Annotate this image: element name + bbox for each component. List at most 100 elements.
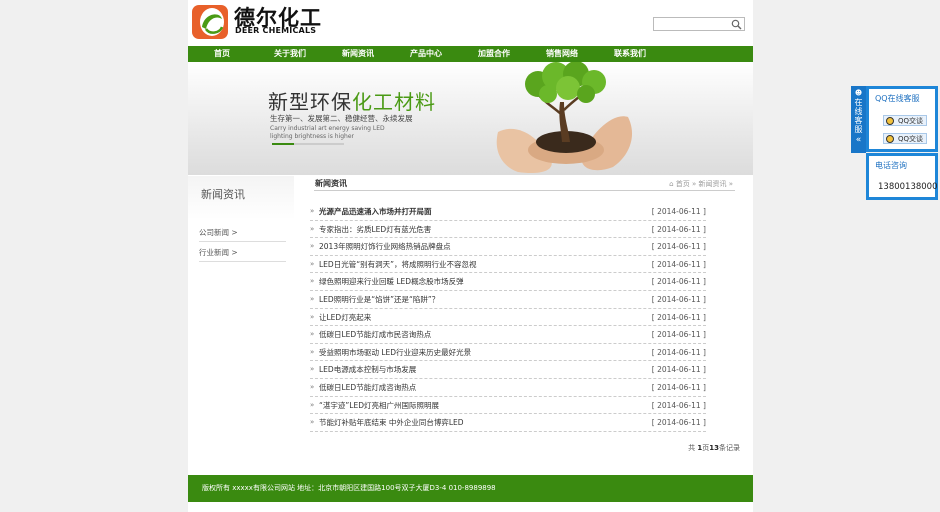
nav-item-about[interactable]: 关于我们 (256, 46, 324, 62)
news-date: [ 2014-06-11 ] (651, 242, 706, 252)
bullet-arrow-icon: » (310, 347, 315, 356)
news-title[interactable]: “湛宇迹”LED灯亮相广州国际照明展 (319, 397, 439, 414)
online-service-tab[interactable]: ☻ 在线客服 « (851, 86, 866, 153)
nav-item-sales-network[interactable]: 销售网络 (528, 46, 596, 62)
news-date: [ 2014-06-11 ] (651, 347, 706, 357)
content-header: 新闻资讯 ⌂ 首页 » 新闻资讯 » (314, 176, 735, 191)
sidebar-item-company-news[interactable]: 公司新闻 > (199, 224, 286, 242)
news-title[interactable]: 绿色照明迎来行业回暖 LED概念股市场反弹 (319, 273, 464, 290)
nav-item-news[interactable]: 新闻资讯 (324, 46, 392, 62)
qq-chat-label: QQ交谈 (898, 117, 924, 125)
news-title[interactable]: 低碳日LED节能灯成咨询热点 (319, 379, 416, 396)
pager-info: 共 1页13条记录 (688, 443, 740, 453)
search-box (653, 17, 745, 31)
bullet-arrow-icon: » (310, 418, 315, 427)
news-row[interactable]: » 光源产品迅速涌入市场并打开局面 [ 2014-06-11 ] (310, 203, 706, 221)
qq-icon (886, 117, 894, 125)
news-date: [ 2014-06-11 ] (651, 294, 706, 304)
news-title[interactable]: 专家指出：劣质LED灯有蓝光危害 (319, 221, 431, 238)
news-date: [ 2014-06-11 ] (651, 382, 706, 392)
bullet-arrow-icon: » (310, 365, 315, 374)
nav-item-franchise[interactable]: 加盟合作 (460, 46, 528, 62)
online-service-tab-label: 在线客服 (854, 98, 863, 134)
content-title: 新闻资讯 (315, 179, 347, 188)
breadcrumb-text: 首页 » 新闻资讯 » (675, 180, 733, 188)
news-date: [ 2014-06-11 ] (651, 418, 706, 428)
news-title[interactable]: 节能灯补贴年底结束 中外企业同台博弈LED (319, 414, 464, 431)
banner-accent-bar-grey (294, 143, 344, 145)
pager-prefix: 共 (688, 444, 698, 452)
news-row[interactable]: » 节能灯补贴年底结束 中外企业同台博弈LED [ 2014-06-11 ] (310, 414, 706, 432)
news-title[interactable]: LED日光管“别有洞天”，将成照明行业不容忽视 (319, 256, 476, 273)
pager-record-count: 13 (709, 444, 719, 452)
news-date: [ 2014-06-11 ] (651, 207, 706, 216)
bullet-arrow-icon: » (310, 207, 315, 215)
qq-icon (886, 135, 894, 143)
bullet-arrow-icon: » (310, 294, 315, 303)
news-date: [ 2014-06-11 ] (651, 277, 706, 287)
bullet-arrow-icon: » (310, 242, 315, 251)
hands-tree-illustration (496, 62, 633, 174)
qq-chat-button[interactable]: QQ交谈 (883, 133, 927, 144)
nav-item-home[interactable]: 首页 (188, 46, 256, 62)
brand-name-en: DEER CHEMICALS (235, 26, 317, 35)
bullet-arrow-icon: » (310, 259, 315, 268)
news-date: [ 2014-06-11 ] (651, 400, 706, 410)
nav-item-contact[interactable]: 联系我们 (596, 46, 664, 62)
breadcrumb[interactable]: ⌂ 首页 » 新闻资讯 » (669, 179, 733, 189)
phone-number: 13800138000 (878, 182, 938, 192)
news-row[interactable]: » 2013年照明灯饰行业网络热销品牌盘点 [ 2014-06-11 ] (310, 238, 706, 256)
pager-suffix: 条记录 (719, 444, 740, 452)
news-date: [ 2014-06-11 ] (651, 224, 706, 234)
search-input[interactable] (654, 18, 730, 30)
news-row[interactable]: » LED照明行业是“馅饼”还是“陷阱”？ [ 2014-06-11 ] (310, 291, 706, 309)
qq-service-title: QQ在线客服 (875, 94, 920, 103)
news-date: [ 2014-06-11 ] (651, 365, 706, 375)
banner-accent-bar (272, 143, 294, 145)
bullet-arrow-icon: » (310, 400, 315, 409)
qq-chat-button[interactable]: QQ交谈 (883, 115, 927, 126)
news-list: » 光源产品迅速涌入市场并打开局面 [ 2014-06-11 ] » 专家指出：劣质LE… (310, 203, 706, 432)
banner-english-text: Carry industrial art energy saving LED l… (270, 125, 385, 140)
sidebar-title: 新闻资讯 (201, 188, 245, 201)
nav-item-products[interactable]: 产品中心 (392, 46, 460, 62)
qq-chat-label: QQ交谈 (898, 135, 924, 143)
news-row[interactable]: » “湛宇迹”LED灯亮相广州国际照明展 [ 2014-06-11 ] (310, 397, 706, 415)
news-row[interactable]: » LED电源成本控制与市场发展 [ 2014-06-11 ] (310, 361, 706, 379)
news-row[interactable]: » 低碳日LED节能灯成咨询热点 [ 2014-06-11 ] (310, 379, 706, 397)
bullet-arrow-icon: » (310, 312, 315, 321)
logo-icon[interactable] (192, 5, 228, 39)
news-date: [ 2014-06-11 ] (651, 330, 706, 340)
news-row[interactable]: » 受益照明市场驱动 LED行业迎来历史最好光景 [ 2014-06-11 ] (310, 344, 706, 362)
sidebar-item-industry-news[interactable]: 行业新闻 > (199, 244, 286, 262)
news-title[interactable]: LED照明行业是“馅饼”还是“陷阱”？ (319, 291, 439, 308)
news-title[interactable]: 让LED灯亮起来 (319, 309, 371, 326)
bullet-arrow-icon: » (310, 277, 315, 286)
search-icon[interactable] (731, 19, 742, 30)
qq-service-box: QQ在线客服 QQ交谈 QQ交谈 (866, 86, 938, 152)
banner-headline-part1: 新型环保 (268, 90, 352, 114)
news-title[interactable]: 2013年照明灯饰行业网络热销品牌盘点 (319, 238, 451, 255)
phone-consult-box: 电话咨询 13800138000 (866, 153, 938, 200)
hero-banner: 新型环保化工材料 生存第一、发展第二、稳健经营、永续发展 Carry indus… (188, 62, 753, 175)
news-row[interactable]: » 专家指出：劣质LED灯有蓝光危害 [ 2014-06-11 ] (310, 221, 706, 239)
footer: 版权所有 xxxxx有限公司网站 地址：北京市朝阳区建国路100号双子大厦D3-… (188, 475, 753, 502)
news-title[interactable]: 受益照明市场驱动 LED行业迎来历史最好光景 (319, 344, 471, 361)
phone-consult-title: 电话咨询 (875, 161, 907, 170)
home-icon: ⌂ (669, 180, 676, 188)
collapse-arrow-icon[interactable]: « (851, 136, 866, 145)
banner-headline: 新型环保化工材料 (268, 90, 436, 114)
news-row[interactable]: » 绿色照明迎来行业回暖 LED概念股市场反弹 [ 2014-06-11 ] (310, 273, 706, 291)
news-row[interactable]: » 低碳日LED节能灯成市民咨询热点 [ 2014-06-11 ] (310, 326, 706, 344)
news-title[interactable]: LED电源成本控制与市场发展 (319, 361, 416, 378)
bullet-arrow-icon: » (310, 382, 315, 391)
user-icon: ☻ (854, 89, 863, 97)
banner-headline-part2: 化工材料 (352, 90, 436, 114)
banner-subtitle: 生存第一、发展第二、稳健经营、永续发展 (270, 114, 413, 123)
news-date: [ 2014-06-11 ] (651, 259, 706, 269)
news-title[interactable]: 光源产品迅速涌入市场并打开局面 (319, 203, 432, 220)
news-row[interactable]: » 让LED灯亮起来 [ 2014-06-11 ] (310, 309, 706, 327)
bullet-arrow-icon: » (310, 224, 315, 233)
news-row[interactable]: » LED日光管“别有洞天”，将成照明行业不容忽视 [ 2014-06-11 ] (310, 256, 706, 274)
news-title[interactable]: 低碳日LED节能灯成市民咨询热点 (319, 326, 431, 343)
